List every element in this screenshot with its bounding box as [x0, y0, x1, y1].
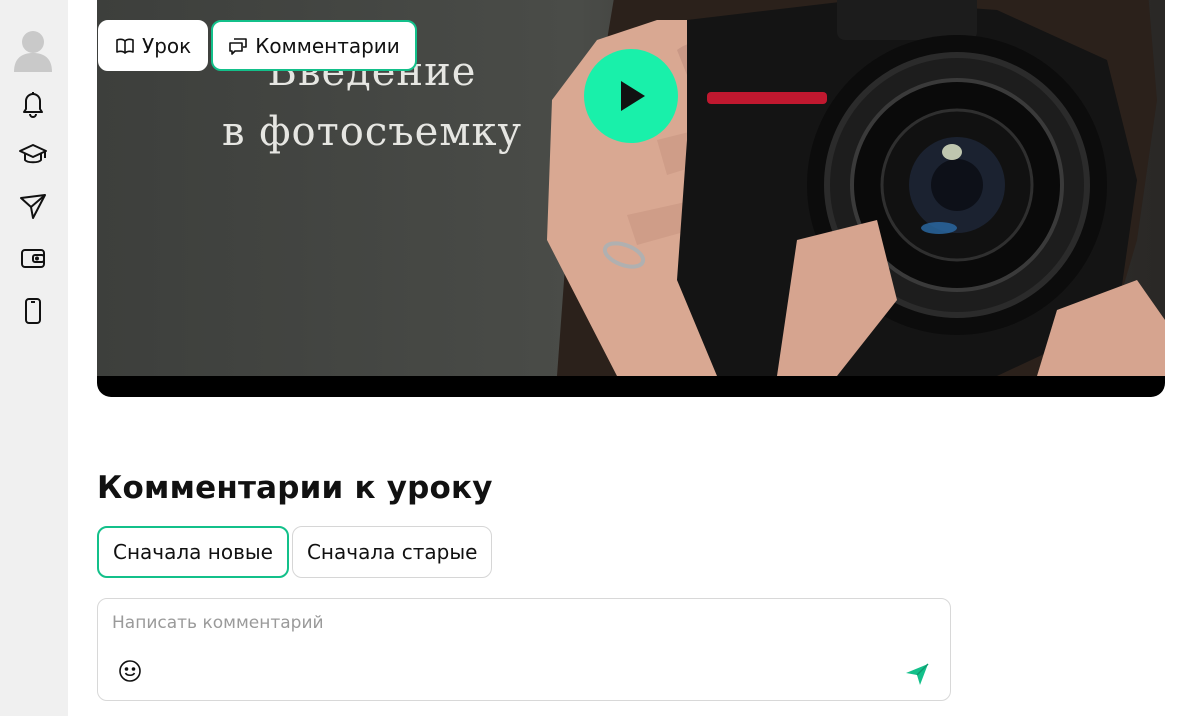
comments-icon [229, 37, 248, 55]
phone-icon[interactable] [16, 294, 50, 328]
tab-comments[interactable]: Комментарии [211, 20, 417, 71]
sort-newest-button[interactable]: Сначала новые [97, 526, 289, 578]
comment-input[interactable] [112, 611, 932, 635]
video-title-line2: в фотосъемку [221, 109, 522, 155]
avatar-icon[interactable] [12, 28, 54, 72]
play-icon [621, 81, 645, 111]
tab-lesson-label: Урок [142, 33, 192, 58]
emoji-icon[interactable] [118, 659, 142, 683]
comments-sort: Сначала новые Сначала старые [97, 526, 493, 578]
bell-icon[interactable] [16, 86, 50, 120]
lesson-tabs: Урок Комментарии [98, 20, 417, 71]
send-icon[interactable] [16, 189, 50, 223]
sidebar [0, 0, 68, 716]
play-button[interactable] [584, 49, 678, 143]
wallet-icon[interactable] [16, 241, 50, 275]
comment-form [97, 598, 951, 701]
send-comment-icon[interactable] [904, 661, 930, 687]
comments-heading: Комментарии к уроку [97, 470, 493, 506]
sort-oldest-button[interactable]: Сначала старые [291, 526, 493, 578]
book-icon [116, 38, 134, 54]
tab-comments-label: Комментарии [255, 33, 400, 58]
graduation-cap-icon[interactable] [16, 137, 50, 171]
tab-lesson[interactable]: Урок [98, 20, 209, 71]
